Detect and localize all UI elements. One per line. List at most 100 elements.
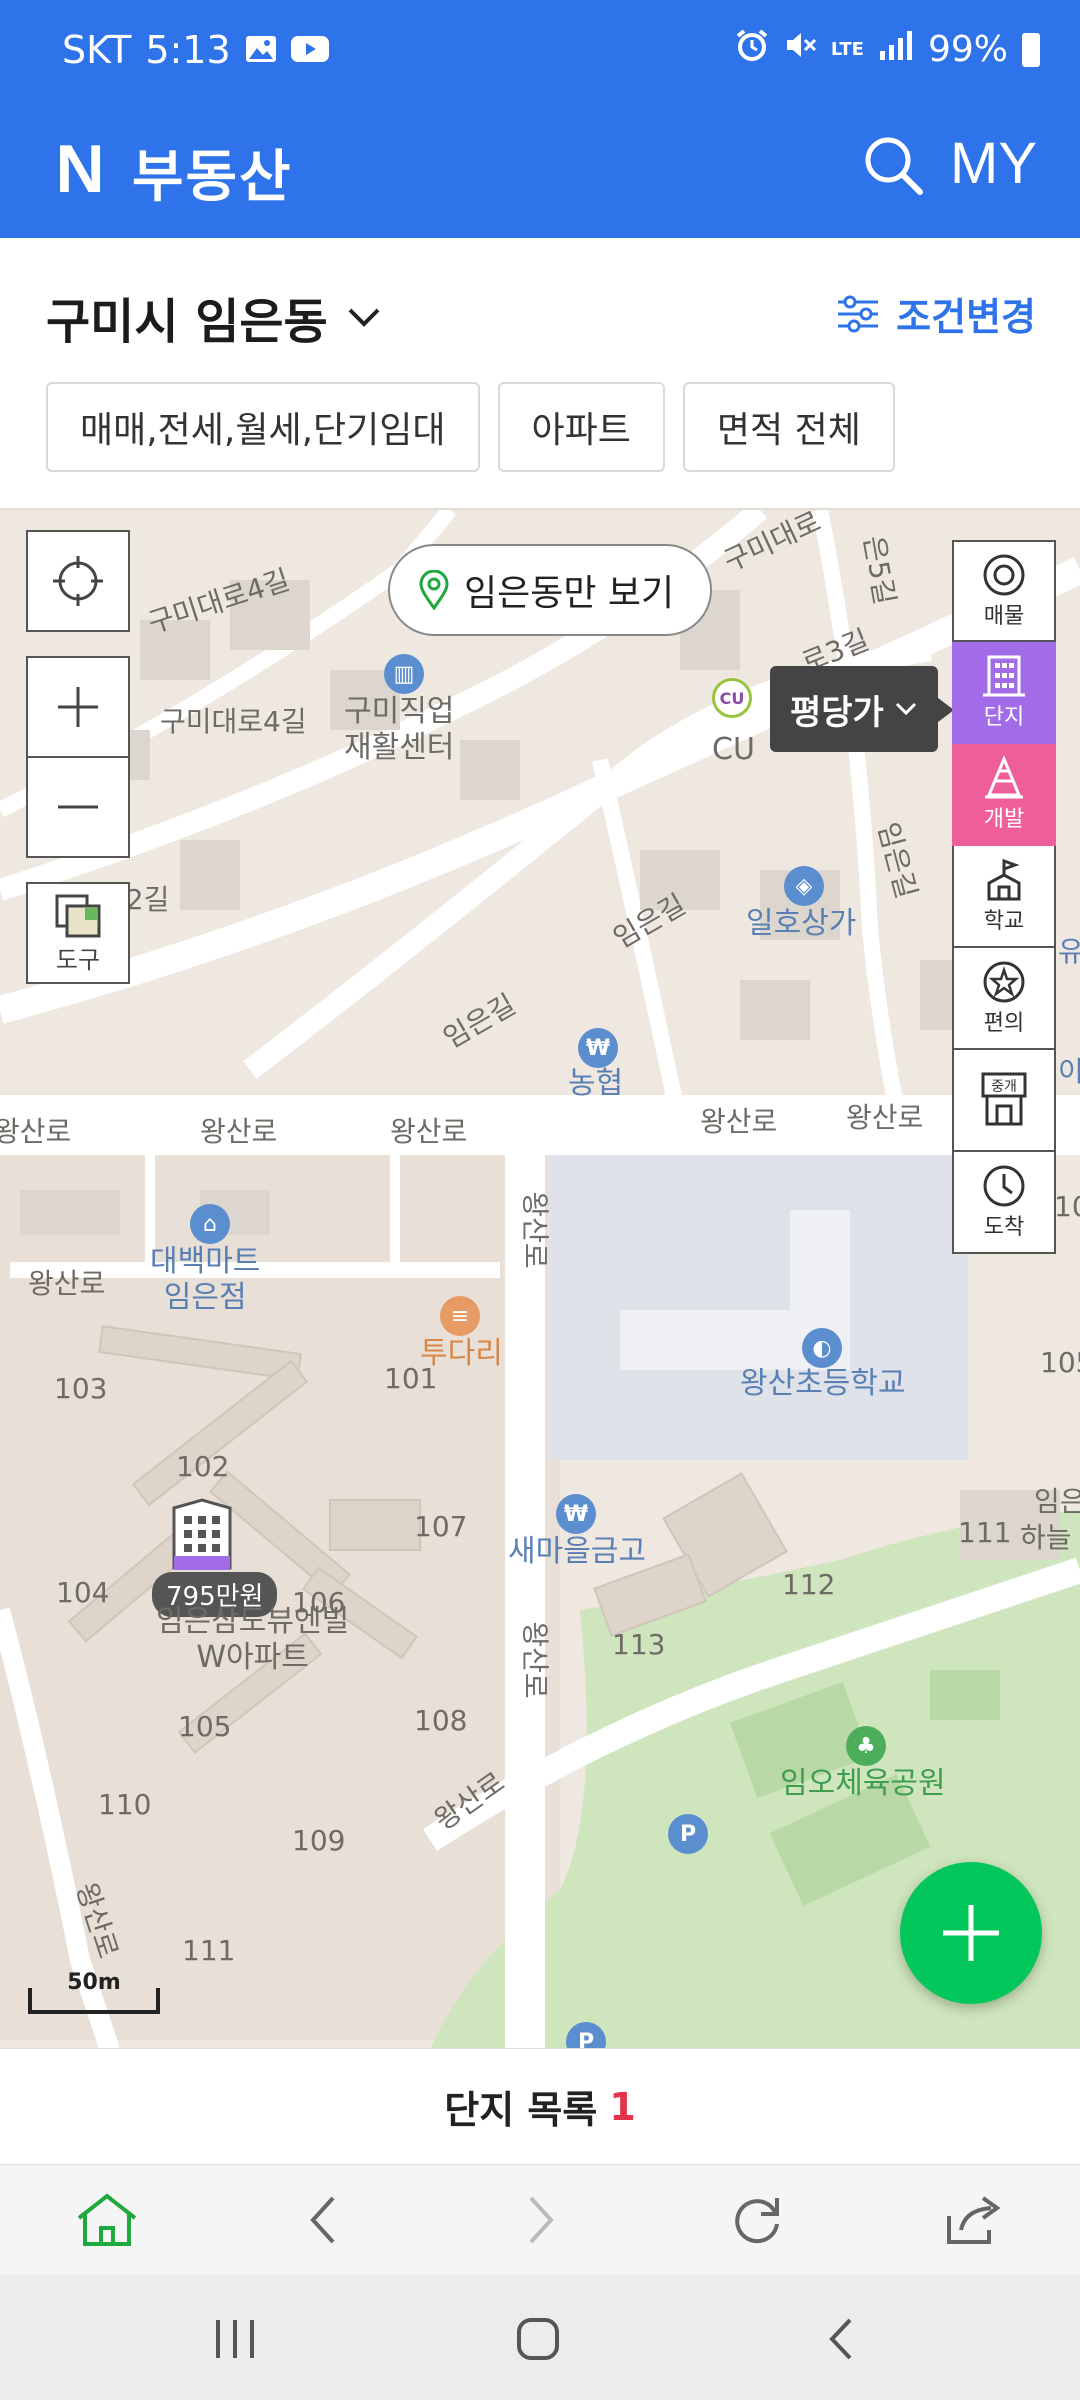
- poi-nonghyup[interactable]: 농협: [568, 1066, 623, 1102]
- building-number: 113: [612, 1628, 666, 1661]
- map-label-edge: 하늘: [1020, 1521, 1072, 1554]
- share-icon: [947, 2196, 1001, 2244]
- my-button[interactable]: MY: [950, 130, 1037, 197]
- map-label-edge: 임은: [1034, 1485, 1080, 1518]
- back-arrow-icon: [829, 2318, 852, 2360]
- refresh-button[interactable]: [722, 2185, 792, 2255]
- building-number: 104: [56, 1576, 110, 1609]
- building-number: 111: [182, 1934, 236, 1967]
- street-label: 왕산로: [0, 1115, 72, 1148]
- region-bar: 구미시 임은동 조건변경 매매,전세,월세,단기임대 아파트 면적 전체: [0, 238, 1080, 508]
- poi-cu[interactable]: CU: [712, 732, 755, 768]
- forward-button[interactable]: [506, 2185, 576, 2255]
- street-label: 왕산로: [846, 1101, 924, 1134]
- street-label: 왕산로: [518, 1621, 552, 1699]
- gallery-icon: [245, 28, 277, 72]
- poi-tudari[interactable]: 투다리: [420, 1336, 503, 1372]
- bank-won-icon: ₩: [556, 1494, 596, 1534]
- zoom-in-button[interactable]: [26, 656, 130, 758]
- chevron-right-icon: [529, 2196, 554, 2244]
- layer-arrival-button[interactable]: 도착: [952, 1152, 1056, 1254]
- street-label: 구미대로4길: [160, 705, 307, 738]
- poi-job-center[interactable]: 구미직업 재활센터: [344, 694, 454, 766]
- share-button[interactable]: [938, 2185, 1008, 2255]
- home-nav-button[interactable]: [503, 2304, 573, 2374]
- carrier: SKT: [62, 28, 132, 72]
- poi-imo-park[interactable]: 임오체육공원: [780, 1766, 946, 1802]
- refresh-icon: [735, 2198, 779, 2244]
- building-number: 102: [176, 1450, 230, 1483]
- complex-marker[interactable]: 795만원: [152, 1498, 278, 1617]
- cu-store-icon: CU: [712, 678, 752, 718]
- building-number: 111: [958, 1516, 1012, 1549]
- search-button[interactable]: [858, 130, 930, 202]
- chevron-down-icon: [895, 702, 916, 716]
- layer-school-button[interactable]: 학교: [952, 846, 1056, 948]
- map-tools-button[interactable]: 도구: [26, 882, 130, 984]
- location-pin-icon: [419, 570, 449, 610]
- condition-change-button[interactable]: 조건변경: [836, 286, 1036, 341]
- job-center-icon: ▥: [384, 654, 424, 694]
- zoom-out-button[interactable]: [26, 756, 130, 858]
- battery-level: 99%: [927, 29, 1008, 70]
- home-button[interactable]: [72, 2185, 142, 2255]
- plus-icon: [58, 687, 98, 727]
- poi-saemaeul-bank[interactable]: 새마을금고: [508, 1534, 646, 1570]
- current-location-button[interactable]: [26, 530, 130, 632]
- price-type-label: 평당가: [790, 692, 884, 733]
- building-number: 107: [414, 1510, 468, 1543]
- complex-name-label: 임은삼도뷰엔빌 W아파트: [156, 1604, 350, 1675]
- traffic-cone-icon: [985, 755, 1023, 799]
- dong-only-button[interactable]: 임은동만 보기: [388, 544, 713, 636]
- browser-toolbar: [0, 2164, 1080, 2274]
- price-type-dropdown[interactable]: 평당가: [770, 666, 938, 752]
- signal-icon: [878, 29, 914, 70]
- layer-complex-button[interactable]: 단지: [952, 642, 1056, 744]
- filter-chips: 매매,전세,월세,단기임대 아파트 면적 전체: [46, 382, 895, 472]
- layer-convenience-button[interactable]: 편의: [952, 948, 1056, 1050]
- poi-daebaek-mart[interactable]: 대백마트 임은점: [150, 1244, 260, 1316]
- street-label: 왕산로: [518, 1191, 552, 1269]
- app-title: 부동산: [132, 145, 293, 210]
- target-circle-icon: [983, 554, 1025, 596]
- map-view[interactable]: 구미대로4길 구미대로4길 구미대로 은5길 로3길 임은길 임은길 임은길 로…: [0, 508, 1080, 2048]
- clock-icon: [983, 1165, 1025, 1207]
- building-number: 112: [782, 1568, 836, 1601]
- map-layer-toolbar: 매물 단지 개발 학교 편의 중개 도착: [952, 540, 1056, 1254]
- status-bar: SKT 5:13 LTE 99%: [0, 0, 1080, 108]
- map-scale-bar: 50m: [28, 1970, 160, 2014]
- poi-ilho-mall[interactable]: 일호상가: [746, 906, 856, 942]
- filter-chip-area[interactable]: 면적 전체: [682, 382, 895, 472]
- brokerage-shop-icon: 중개: [981, 1072, 1027, 1126]
- plus-icon: [943, 1905, 999, 1961]
- poi-wangsan-school[interactable]: 왕산초등학교: [740, 1366, 906, 1402]
- back-nav-button[interactable]: [805, 2304, 875, 2374]
- building-number: 109: [292, 1824, 346, 1857]
- recent-apps-button[interactable]: [200, 2304, 270, 2374]
- filter-chip-property-type[interactable]: 아파트: [497, 382, 665, 472]
- map-label-edge: 10: [1054, 1190, 1080, 1223]
- layer-listings-button[interactable]: 매물: [952, 540, 1056, 642]
- add-fab-button[interactable]: [900, 1862, 1042, 2004]
- school-flag-icon: [987, 858, 1021, 901]
- map-label-edge: 105: [1040, 1346, 1080, 1379]
- naver-logo[interactable]: N: [50, 135, 110, 203]
- home-square-icon: [517, 2318, 559, 2360]
- filter-chip-trade-type[interactable]: 매매,전세,월세,단기임대: [46, 382, 480, 472]
- building-number: 103: [54, 1372, 108, 1405]
- shopping-bag-icon: ◈: [784, 866, 824, 906]
- region-selector[interactable]: 구미시 임은동: [46, 282, 382, 352]
- system-navigation-bar: [0, 2274, 1080, 2400]
- crosshair-icon: [53, 556, 103, 606]
- layer-brokerage-button[interactable]: 중개: [952, 1050, 1056, 1152]
- mute-icon: [783, 28, 817, 71]
- layer-development-button[interactable]: 개발: [952, 744, 1056, 846]
- park-tree-icon: ♣: [846, 1726, 886, 1766]
- star-circle-icon: [983, 961, 1025, 1003]
- back-button[interactable]: [288, 2185, 358, 2255]
- building-icon: [983, 655, 1025, 697]
- complex-list-bar[interactable]: 단지 목록 1: [0, 2048, 1080, 2164]
- map-scale-label: 50m: [67, 1970, 121, 1995]
- mart-basket-icon: ⌂: [190, 1204, 230, 1244]
- apartment-building-icon: [172, 1498, 232, 1570]
